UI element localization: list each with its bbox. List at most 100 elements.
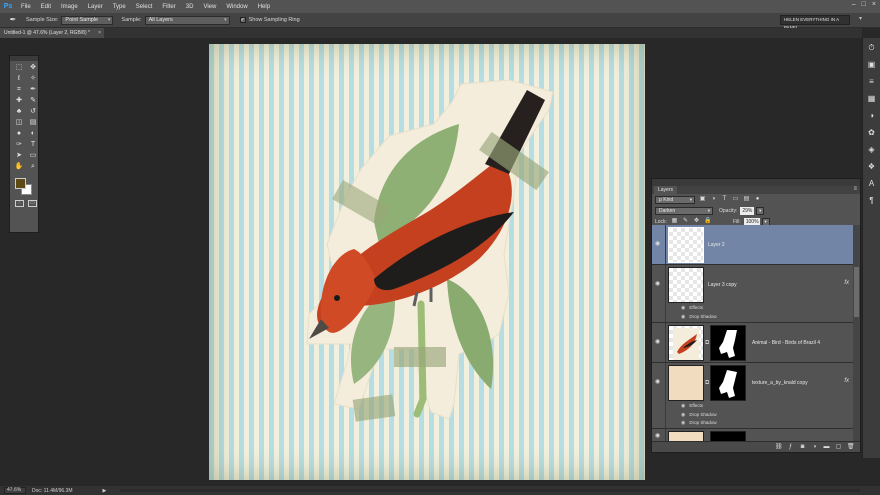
document-canvas[interactable]	[209, 44, 645, 480]
status-menu-arrow-icon[interactable]: ▶	[102, 488, 106, 494]
eye-icon[interactable]: ◉	[681, 403, 685, 409]
link-icon[interactable]: ⧉	[705, 340, 709, 347]
swatches-panel-icon[interactable]: ▦	[866, 93, 877, 104]
properties-panel-icon[interactable]: ≡	[866, 76, 877, 87]
opacity-slider-toggle[interactable]	[756, 206, 765, 215]
add-style-icon[interactable]: ƒ	[787, 444, 794, 451]
quick-mask-icon[interactable]: ◌	[15, 200, 24, 207]
eye-icon[interactable]: ◉	[681, 314, 685, 320]
show-sampling-ring-checkbox[interactable]: ✓	[239, 17, 246, 23]
crop-tool-icon[interactable]: ⌗	[13, 85, 25, 95]
layer-row[interactable]: ◉ Layer 3 copy fx ◉ Effects ◉ Drop Shadow	[652, 265, 854, 323]
maximize-button[interactable]: □	[862, 1, 866, 8]
lock-transparent-icon[interactable]: ▦	[671, 218, 678, 225]
eye-icon[interactable]: ◉	[655, 281, 662, 287]
healing-brush-tool-icon[interactable]: ✚	[13, 96, 25, 106]
effects-row[interactable]: ◉ Effects	[681, 403, 703, 409]
menu-image[interactable]: Image	[56, 4, 83, 10]
layer-mask-thumbnail[interactable]	[710, 431, 746, 441]
hand-tool-icon[interactable]: ✋	[13, 162, 25, 172]
minimize-button[interactable]: –	[852, 1, 856, 8]
sample-size-select[interactable]: Point Sample	[61, 15, 114, 25]
close-tab-icon[interactable]: ×	[98, 28, 101, 38]
new-layer-icon[interactable]: ▢	[835, 444, 842, 451]
screen-mode-icon[interactable]: ▭	[28, 200, 37, 207]
character-panel-icon[interactable]: A	[866, 178, 877, 189]
blend-mode-select[interactable]: Darken	[655, 206, 713, 215]
eyedropper-tool-icon[interactable]: ✒	[27, 85, 39, 95]
rectangle-tool-icon[interactable]: ▭	[27, 151, 39, 161]
lock-position-icon[interactable]: ✥	[693, 218, 700, 225]
menu-window[interactable]: Window	[221, 4, 252, 10]
filter-shape-icon[interactable]: ▭	[732, 196, 739, 203]
path-selection-tool-icon[interactable]: ➤	[13, 151, 25, 161]
horizontal-scrollbar[interactable]	[120, 489, 860, 492]
magic-wand-tool-icon[interactable]: ✧	[27, 74, 39, 84]
fx-icon[interactable]: fx	[844, 378, 849, 384]
history-panel-icon[interactable]: ⏱	[866, 42, 877, 53]
adjustments-panel-icon[interactable]: ◑	[866, 110, 877, 121]
fx-icon[interactable]: fx	[844, 280, 849, 286]
new-adjustment-icon[interactable]: ◑	[811, 444, 818, 451]
opacity-input[interactable]: 29%	[740, 206, 755, 215]
panel-menu-icon[interactable]: ≡	[853, 186, 857, 192]
move-tool-icon[interactable]: ✥	[27, 63, 39, 73]
clone-stamp-tool-icon[interactable]: ♣	[13, 107, 25, 117]
effect-row[interactable]: ◉ Drop Shadow	[681, 420, 717, 426]
layers-panel-header[interactable]	[652, 179, 860, 186]
menu-3d[interactable]: 3D	[181, 4, 199, 10]
zoom-input[interactable]: 47.6%	[4, 487, 26, 494]
eye-icon[interactable]: ◉	[681, 305, 685, 311]
layer-row[interactable]: ◉ ⧉ texture_a_by_knald copy fx ◉ Effects …	[652, 363, 854, 429]
tab-layers[interactable]: Layers	[654, 186, 678, 194]
type-tool-icon[interactable]: T	[27, 140, 39, 150]
sample-select[interactable]: All Layers	[144, 15, 230, 25]
styles-panel-icon[interactable]: ✿	[866, 127, 877, 138]
menu-help[interactable]: Help	[253, 4, 275, 10]
layer-row[interactable]: ◉ ⧉ Animal - Bird - Birds of Brazil 4	[652, 323, 854, 363]
workspace-select[interactable]: HELEN EVERYTHING IN A PANEL	[780, 15, 850, 30]
eraser-tool-icon[interactable]: ◫	[13, 118, 25, 128]
effect-row[interactable]: ◉ Drop Shadow	[681, 314, 717, 320]
lock-pixels-icon[interactable]: ✎	[682, 218, 689, 225]
eye-icon[interactable]: ◉	[655, 339, 662, 345]
filter-toggle-icon[interactable]: ●	[754, 196, 761, 203]
eye-icon[interactable]: ◉	[655, 433, 662, 439]
eye-icon[interactable]: ◉	[681, 412, 685, 418]
layers-scrollbar[interactable]	[853, 225, 860, 441]
layer-row[interactable]: ◉ Layer 2	[652, 225, 854, 265]
effects-row[interactable]: ◉ Effects	[681, 305, 703, 311]
lock-all-icon[interactable]: 🔒	[704, 218, 711, 225]
close-window-button[interactable]: ×	[872, 1, 876, 8]
menu-view[interactable]: View	[198, 4, 221, 10]
lasso-tool-icon[interactable]: ℓ	[13, 74, 25, 84]
filter-type-icon[interactable]: T	[721, 196, 728, 203]
menu-select[interactable]: Select	[131, 4, 158, 10]
menu-filter[interactable]: Filter	[157, 4, 180, 10]
filter-pixel-icon[interactable]: ▣	[699, 196, 706, 203]
eye-icon[interactable]: ◉	[655, 241, 662, 247]
history-brush-tool-icon[interactable]: ↺	[27, 107, 39, 117]
link-icon[interactable]: ⧉	[705, 380, 709, 387]
new-group-icon[interactable]: ▬	[823, 444, 830, 451]
layer-mask-thumbnail[interactable]	[710, 325, 746, 361]
effect-row[interactable]: ◉ Drop Shadow	[681, 412, 717, 418]
menu-file[interactable]: File	[16, 4, 36, 10]
chevron-down-icon[interactable]: ▾	[859, 15, 862, 22]
document-tab[interactable]: Untitled-1 @ 47.6% (Layer 2, RGB/8) * ×	[0, 28, 104, 38]
menu-type[interactable]: Type	[108, 4, 131, 10]
gradient-tool-icon[interactable]: ▤	[27, 118, 39, 128]
filter-kind-select[interactable]: ρ Kind	[655, 195, 695, 204]
marquee-tool-icon[interactable]: ⬚	[13, 63, 25, 73]
brush-tool-icon[interactable]: ✎	[27, 96, 39, 106]
blur-tool-icon[interactable]: ●	[13, 129, 25, 139]
foreground-color-swatch[interactable]	[15, 178, 26, 189]
layer-mask-thumbnail[interactable]	[710, 365, 746, 401]
eye-icon[interactable]: ◉	[655, 379, 662, 385]
eye-icon[interactable]: ◉	[681, 420, 685, 426]
layer-row[interactable]: ◉	[652, 429, 854, 441]
document-info[interactable]: Doc: 11.4M/96.3M	[32, 488, 72, 494]
channels-panel-icon[interactable]: ◈	[866, 144, 877, 155]
filter-adjustment-icon[interactable]: ◑	[710, 196, 717, 203]
add-mask-icon[interactable]: ◙	[799, 444, 806, 451]
